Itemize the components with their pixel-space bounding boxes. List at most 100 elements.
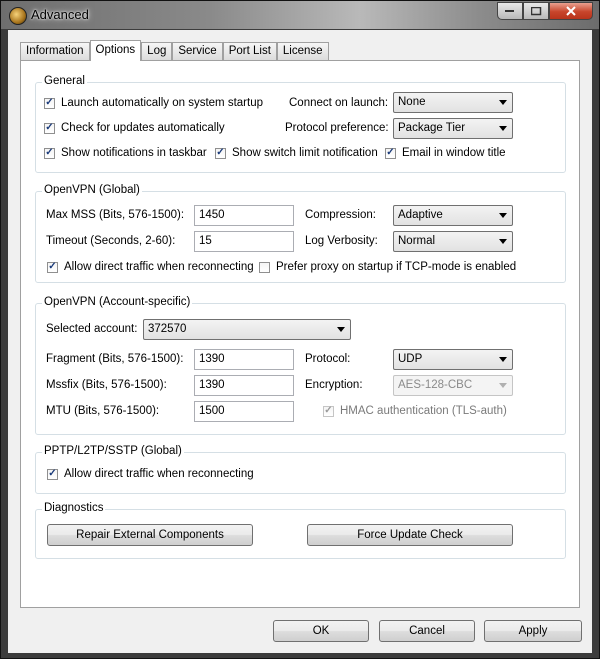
pptp-allow-direct-label: Allow direct traffic when reconnecting (64, 468, 254, 480)
timeout-input[interactable]: 15 (194, 231, 294, 252)
mtu-value: 1500 (199, 405, 225, 417)
fragment-value: 1390 (199, 353, 225, 365)
diagnostics-group: Diagnostics Repair External Components F… (35, 502, 566, 559)
cancel-button[interactable]: Cancel (379, 620, 475, 642)
connect-on-launch-value: None (398, 96, 426, 108)
connect-on-launch-dropdown[interactable]: None (393, 92, 513, 113)
protocol-preference-label: Protocol preference: (285, 122, 389, 134)
launch-auto-label: Launch automatically on system startup (61, 97, 263, 109)
title-bar[interactable]: Advanced (1, 1, 599, 29)
show-notifications-label: Show notifications in taskbar (61, 147, 207, 159)
force-update-check-button[interactable]: Force Update Check (307, 524, 513, 546)
log-verbosity-label: Log Verbosity: (305, 235, 378, 247)
allow-direct-traffic-label: Allow direct traffic when reconnecting (64, 261, 254, 273)
window-title: Advanced (31, 7, 89, 22)
app-logo-icon (9, 7, 27, 25)
prefer-proxy-checkbox[interactable]: Prefer proxy on startup if TCP-mode is e… (259, 261, 516, 273)
openvpn-global-group-title: OpenVPN (Global) (42, 184, 142, 196)
fragment-input[interactable]: 1390 (194, 349, 294, 370)
email-in-title-check-icon[interactable] (385, 147, 396, 159)
tab-license[interactable]: License (276, 42, 329, 60)
maximize-icon (530, 6, 541, 15)
check-updates-checkbox[interactable]: Check for updates automatically (44, 122, 225, 134)
protocol-label: Protocol: (305, 353, 351, 365)
log-verbosity-value: Normal (398, 235, 436, 247)
show-switch-limit-check-icon[interactable] (215, 147, 226, 159)
hmac-auth-checkbox[interactable]: HMAC authentication (TLS-auth) (323, 405, 507, 417)
chevron-down-icon (499, 213, 507, 218)
advanced-window: Advanced Information Options Log Service… (0, 0, 600, 659)
chevron-down-icon (499, 100, 507, 105)
pptp-allow-direct-checkbox[interactable]: Allow direct traffic when reconnecting (47, 468, 254, 480)
mssfix-label: Mssfix (Bits, 576-1500): (46, 379, 167, 391)
tab-strip: Information Options Log Service Port Lis… (20, 40, 329, 61)
diagnostics-group-title: Diagnostics (42, 502, 106, 514)
fragment-label: Fragment (Bits, 576-1500): (46, 353, 184, 365)
minimize-button[interactable] (497, 2, 523, 20)
dialog-client-area: Information Options Log Service Port Lis… (8, 30, 592, 653)
connect-on-launch-label: Connect on launch: (289, 97, 389, 109)
email-in-title-checkbox[interactable]: Email in window title (385, 147, 506, 159)
show-switch-limit-checkbox[interactable]: Show switch limit notification (215, 147, 378, 159)
check-updates-check-icon[interactable] (44, 122, 55, 134)
tab-log[interactable]: Log (141, 42, 173, 60)
mssfix-value: 1390 (199, 379, 225, 391)
openvpn-global-group: OpenVPN (Global) Max MSS (Bits, 576-1500… (35, 184, 566, 283)
chevron-down-icon (499, 239, 507, 244)
launch-auto-checkbox[interactable]: Launch automatically on system startup (44, 97, 263, 109)
show-switch-limit-label: Show switch limit notification (232, 147, 378, 159)
compression-dropdown[interactable]: Adaptive (393, 205, 513, 226)
ok-button[interactable]: OK (273, 620, 369, 642)
protocol-preference-dropdown[interactable]: Package Tier (393, 118, 513, 139)
protocol-value: UDP (398, 353, 423, 365)
max-mss-value: 1450 (199, 209, 225, 221)
tab-service[interactable]: Service (172, 42, 223, 60)
chevron-down-icon (499, 126, 507, 131)
close-button[interactable] (549, 2, 593, 20)
tab-port-list[interactable]: Port List (222, 42, 277, 60)
hmac-auth-label: HMAC authentication (TLS-auth) (340, 405, 507, 417)
caption-buttons (497, 2, 593, 21)
openvpn-account-group: OpenVPN (Account-specific) Selected acco… (35, 296, 566, 435)
show-notifications-checkbox[interactable]: Show notifications in taskbar (44, 147, 207, 159)
apply-button[interactable]: Apply (484, 620, 582, 642)
max-mss-input[interactable]: 1450 (194, 205, 294, 226)
encryption-label: Encryption: (305, 379, 363, 391)
mtu-input[interactable]: 1500 (194, 401, 294, 422)
tab-information[interactable]: Information (20, 42, 90, 60)
selected-account-value: 372570 (148, 323, 187, 335)
close-icon (566, 6, 576, 16)
max-mss-label: Max MSS (Bits, 576-1500): (46, 209, 185, 221)
mssfix-input[interactable]: 1390 (194, 375, 294, 396)
repair-external-components-button[interactable]: Repair External Components (47, 524, 253, 546)
show-notifications-check-icon[interactable] (44, 147, 55, 159)
pptp-allow-direct-check-icon[interactable] (47, 468, 58, 480)
compression-label: Compression: (305, 209, 376, 221)
compression-value: Adaptive (398, 209, 443, 221)
prefer-proxy-check-icon[interactable] (259, 261, 270, 273)
general-group: General Launch automatically on system s… (35, 75, 566, 173)
mtu-label: MTU (Bits, 576-1500): (46, 405, 160, 417)
launch-auto-check-icon[interactable] (44, 97, 55, 109)
maximize-button[interactable] (523, 2, 549, 20)
minimize-icon (505, 10, 514, 12)
options-panel: General Launch automatically on system s… (20, 60, 580, 608)
allow-direct-traffic-checkbox[interactable]: Allow direct traffic when reconnecting (47, 261, 254, 273)
chevron-down-icon (499, 383, 507, 388)
protocol-preference-value: Package Tier (398, 122, 466, 134)
encryption-dropdown[interactable]: AES-128-CBC (393, 375, 513, 396)
encryption-value: AES-128-CBC (398, 379, 473, 391)
log-verbosity-dropdown[interactable]: Normal (393, 231, 513, 252)
allow-direct-traffic-check-icon[interactable] (47, 261, 58, 273)
check-updates-label: Check for updates automatically (61, 122, 225, 134)
prefer-proxy-label: Prefer proxy on startup if TCP-mode is e… (276, 261, 517, 273)
protocol-dropdown[interactable]: UDP (393, 349, 513, 370)
timeout-label: Timeout (Seconds, 2-60): (46, 235, 176, 247)
hmac-auth-check-icon[interactable] (323, 405, 334, 417)
general-group-title: General (42, 75, 87, 87)
pptp-group: PPTP/L2TP/SSTP (Global) Allow direct tra… (35, 445, 566, 494)
timeout-value: 15 (199, 235, 212, 247)
selected-account-dropdown[interactable]: 372570 (143, 319, 351, 340)
chevron-down-icon (499, 357, 507, 362)
tab-options[interactable]: Options (89, 40, 142, 61)
